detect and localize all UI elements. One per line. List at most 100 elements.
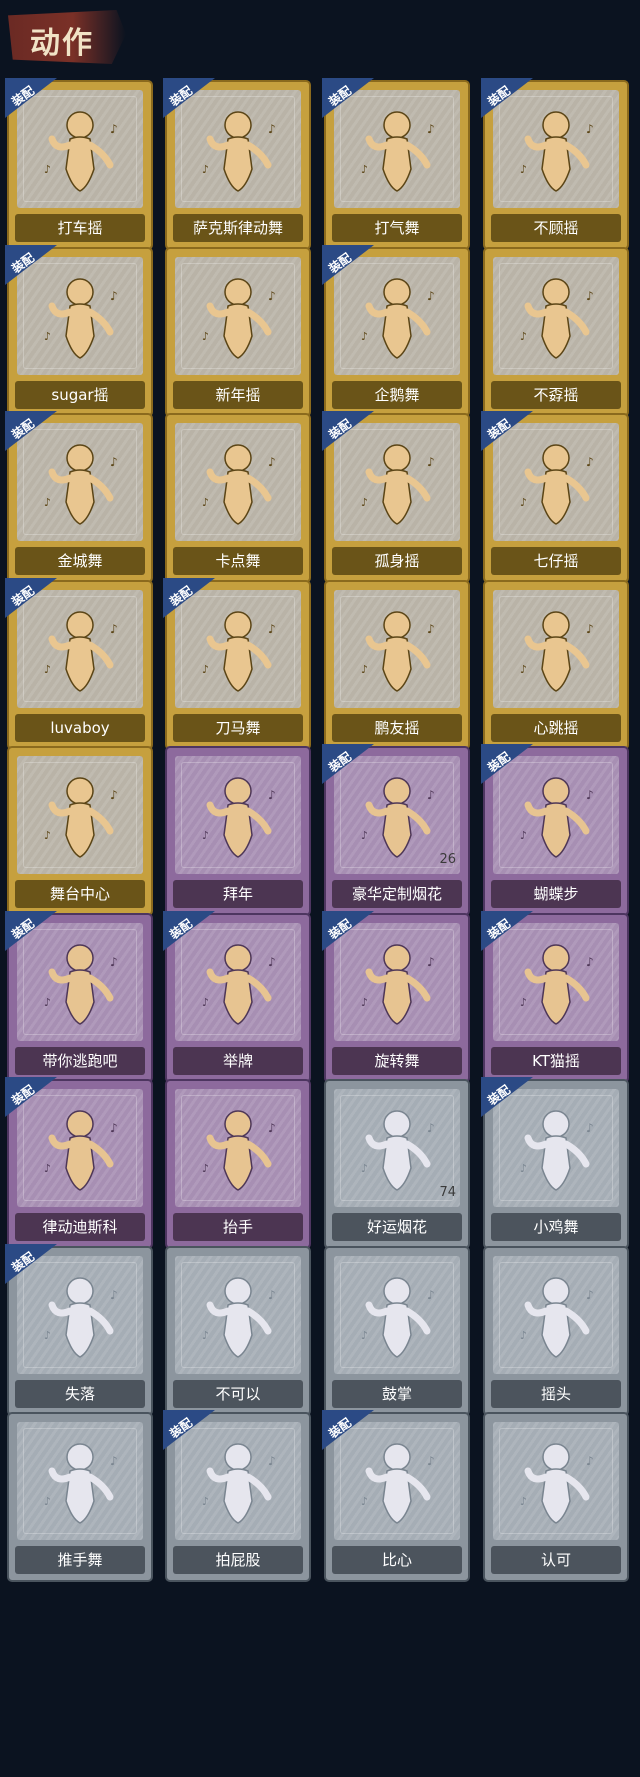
svg-text:♪: ♪ [202, 1162, 209, 1175]
action-card[interactable]: ♪ ♪ 打车摇 装配 [5, 78, 153, 250]
svg-text:♪: ♪ [44, 330, 51, 343]
action-card[interactable]: ♪ ♪ 比心 装配 [322, 1410, 470, 1582]
svg-text:♪: ♪ [44, 496, 51, 509]
action-card[interactable]: ♪ ♪ 不孬摇 [483, 247, 629, 417]
action-card[interactable]: ♪ ♪ 摇头 [483, 1246, 629, 1416]
action-card[interactable]: ♪ ♪ 孤身摇 装配 [322, 411, 470, 583]
svg-text:♪: ♪ [202, 1329, 209, 1342]
action-card[interactable]: ♪ ♪ 蝴蝶步 装配 [481, 744, 629, 916]
action-label: 企鹅舞 [374, 386, 420, 404]
svg-text:♪: ♪ [427, 788, 435, 802]
svg-text:♪: ♪ [202, 330, 209, 343]
thumbs-up-icon: ♪♪ [520, 1443, 594, 1524]
svg-text:♪: ♪ [110, 289, 118, 303]
action-card[interactable]: ♪ ♪ 新年摇 [165, 247, 311, 417]
action-card[interactable]: ♪ ♪ 拍屁股 装配 [163, 1410, 311, 1582]
equipped-badge: 装配 [163, 78, 215, 118]
svg-text:♪: ♪ [586, 1454, 594, 1468]
action-card[interactable]: ♪ ♪ 七仔摇 装配 [481, 411, 629, 583]
svg-text:♪: ♪ [520, 663, 527, 676]
action-card[interactable]: ♪ ♪ 旋转舞 装配 [322, 911, 470, 1083]
action-card[interactable]: ♪ ♪ 舞台中心 [7, 746, 153, 916]
dancer-pose-icon: ♪♪ [44, 777, 118, 858]
action-card[interactable]: ♪ ♪ 萨克斯律动舞 装配 [163, 78, 311, 250]
firework-can-icon: ♪♪ [361, 1110, 435, 1191]
equipped-badge: 装配 [322, 744, 374, 784]
action-label: 摇头 [540, 1385, 571, 1403]
equipped-label: 装配 [9, 83, 37, 109]
svg-text:♪: ♪ [520, 1495, 527, 1508]
action-card[interactable]: ♪ ♪ 好运烟花 74 [324, 1079, 470, 1249]
action-label: 律动迪斯科 [42, 1218, 118, 1236]
action-card[interactable]: ♪ ♪ 不顾摇 装配 [481, 78, 629, 250]
svg-text:♪: ♪ [427, 1454, 435, 1468]
equipped-label: 装配 [9, 1249, 37, 1275]
action-card[interactable]: ♪ ♪ KT猫摇 装配 [481, 911, 629, 1083]
equipped-label: 装配 [485, 1082, 513, 1108]
action-card[interactable]: ♪ ♪ 企鹅舞 装配 [322, 245, 470, 417]
svg-text:♪: ♪ [586, 289, 594, 303]
svg-text:♪: ♪ [110, 455, 118, 469]
svg-text:♪: ♪ [268, 122, 276, 136]
equipped-label: 装配 [485, 416, 513, 442]
equipped-label: 装配 [326, 916, 354, 942]
equipped-badge: 装配 [481, 78, 533, 118]
action-card[interactable]: ♪ ♪ 带你逃跑吧 装配 [5, 911, 153, 1083]
action-card[interactable]: ♪ ♪ 抬手 [165, 1079, 311, 1249]
equipped-label: 装配 [326, 83, 354, 109]
action-card[interactable]: ♪ ♪ 卡点舞 [165, 413, 311, 583]
action-card[interactable]: ♪ ♪ 举牌 装配 [163, 911, 311, 1083]
action-label: 小鸡舞 [533, 1218, 579, 1236]
svg-text:♪: ♪ [361, 496, 368, 509]
action-card[interactable]: ♪ ♪ 不可以 [165, 1246, 311, 1416]
action-card[interactable]: ♪ ♪ 拜年 [165, 746, 311, 916]
equipped-label: 装配 [9, 583, 37, 609]
svg-text:♪: ♪ [520, 163, 527, 176]
action-label: 带你逃跑吧 [42, 1052, 118, 1070]
equipped-badge: 装配 [5, 911, 57, 951]
action-label: 萨克斯律动舞 [192, 219, 283, 237]
equipped-label: 装配 [9, 250, 37, 276]
finger-wag-icon: ♪♪ [202, 1277, 276, 1358]
equipped-label: 装配 [167, 83, 195, 109]
action-card[interactable]: ♪ ♪ sugar摇 装配 [5, 245, 153, 417]
action-label: 抬手 [222, 1218, 253, 1236]
action-card[interactable]: ♪ ♪ 豪华定制烟花 装配 26 [322, 744, 470, 916]
action-card[interactable]: ♪ ♪ 金城舞 装配 [5, 411, 153, 583]
action-card[interactable]: ♪ ♪ 鼓掌 [324, 1246, 470, 1416]
action-label: 孤身摇 [374, 552, 420, 570]
svg-text:♪: ♪ [361, 1162, 368, 1175]
action-card[interactable]: ♪ ♪ 刀马舞 装配 [163, 578, 311, 750]
action-card[interactable]: ♪ ♪ 打气舞 装配 [322, 78, 470, 250]
svg-text:♪: ♪ [44, 163, 51, 176]
action-card[interactable]: ♪ ♪ 推手舞 [7, 1412, 153, 1582]
equipped-label: 装配 [167, 583, 195, 609]
svg-text:♪: ♪ [202, 663, 209, 676]
svg-text:♪: ♪ [202, 829, 209, 842]
equipped-badge: 装配 [5, 411, 57, 451]
action-card[interactable]: ♪ ♪ 律动迪斯科 装配 [5, 1077, 153, 1249]
svg-text:♪: ♪ [110, 955, 118, 969]
svg-text:♪: ♪ [427, 1288, 435, 1302]
action-card[interactable]: ♪ ♪ luvaboy 装配 [5, 578, 153, 750]
action-card[interactable]: ♪ ♪ 失落 装配 [5, 1244, 153, 1416]
action-label: 七仔摇 [533, 552, 579, 570]
svg-text:♪: ♪ [268, 955, 276, 969]
raise-hand-icon: ♪♪ [202, 1110, 276, 1191]
action-card[interactable]: ♪ ♪ 小鸡舞 装配 [481, 1077, 629, 1249]
action-card[interactable]: ♪ ♪ 心跳摇 [483, 580, 629, 750]
svg-text:♪: ♪ [586, 788, 594, 802]
svg-text:♪: ♪ [110, 1454, 118, 1468]
action-card[interactable]: ♪ ♪ 认可 [483, 1412, 629, 1582]
item-count: 74 [439, 1185, 456, 1200]
equipped-badge: 装配 [322, 78, 374, 118]
equipped-badge: 装配 [481, 411, 533, 451]
bow-pose-icon: ♪♪ [202, 777, 276, 858]
equipped-label: 装配 [326, 416, 354, 442]
action-card[interactable]: ♪ ♪ 鹏友摇 [324, 580, 470, 750]
equipped-label: 装配 [167, 916, 195, 942]
action-label: 比心 [381, 1551, 412, 1569]
equipped-label: 装配 [326, 250, 354, 276]
svg-text:♪: ♪ [268, 622, 276, 636]
svg-text:♪: ♪ [586, 1121, 594, 1135]
